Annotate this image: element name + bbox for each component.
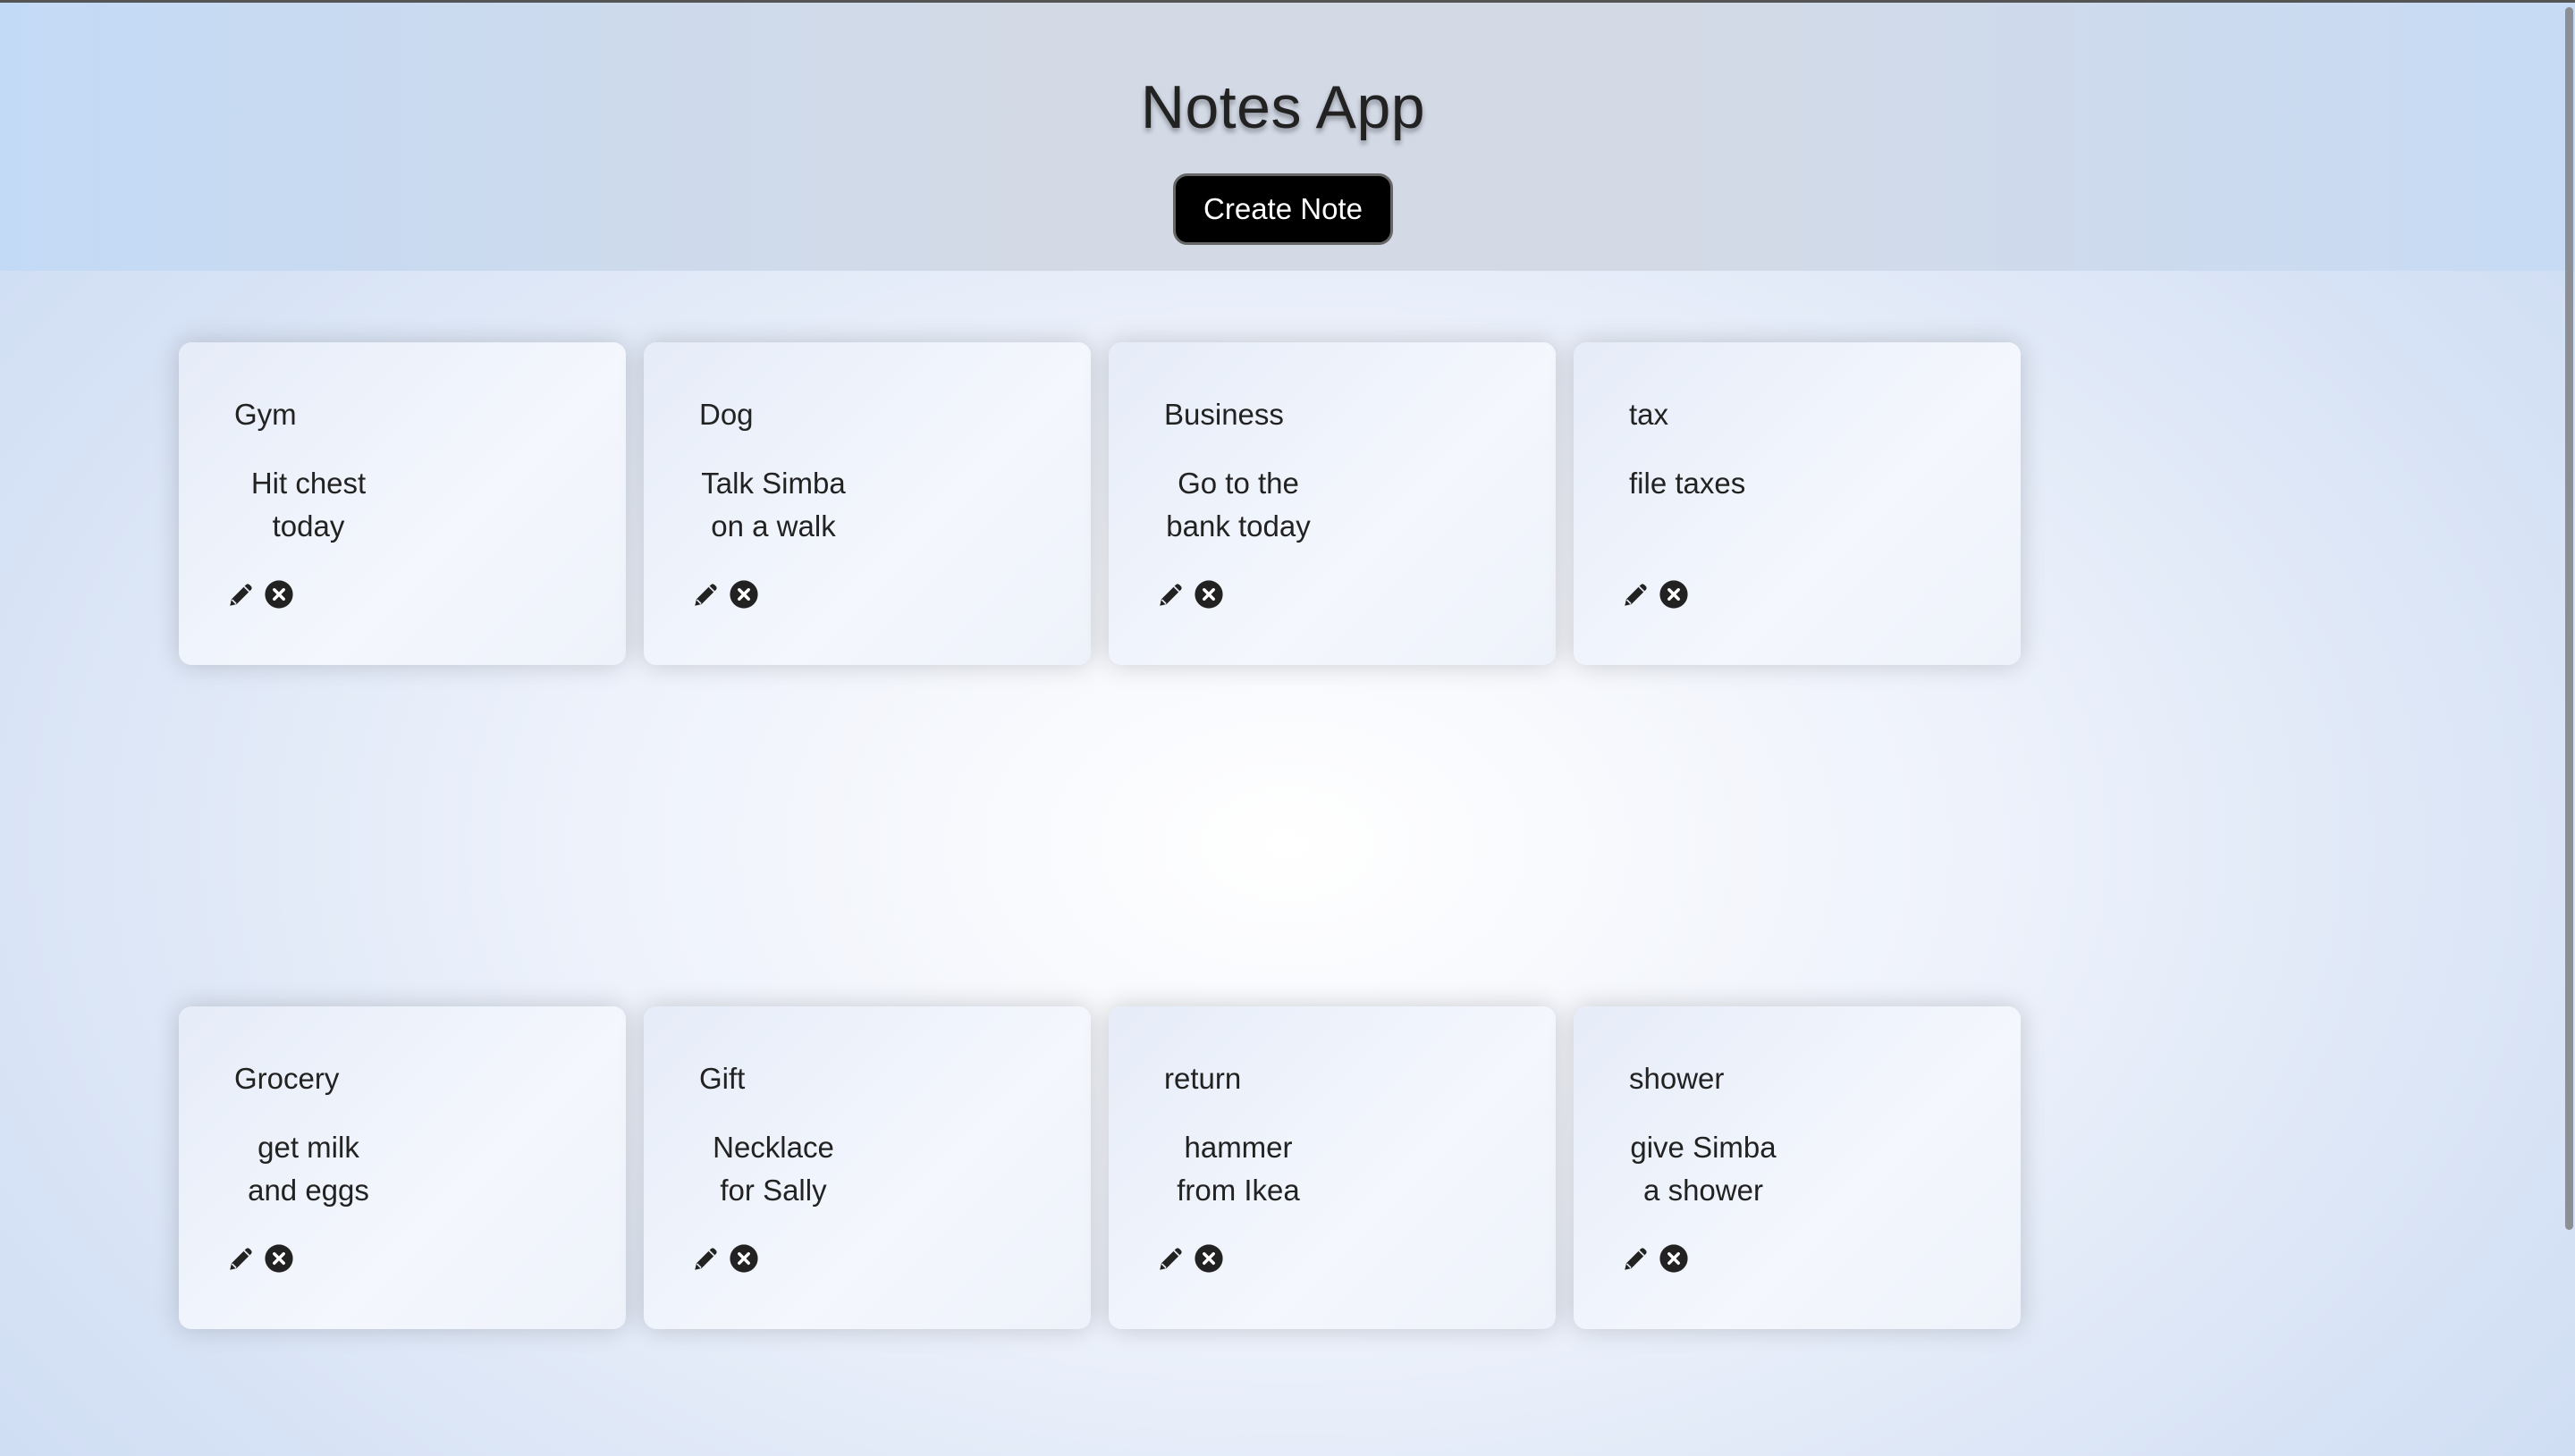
note-title: shower <box>1629 1062 1725 1095</box>
note-title: Dog <box>699 398 754 431</box>
note-body: file taxes <box>1629 462 1844 505</box>
note-body-line: Necklace <box>713 1131 834 1164</box>
note-title: Gym <box>234 398 297 431</box>
note-title: tax <box>1629 398 1669 431</box>
pencil-icon[interactable] <box>225 1242 258 1275</box>
note-body: hammer from Ikea <box>1144 1126 1332 1212</box>
note-actions <box>1620 578 1690 610</box>
note-actions <box>1620 1242 1690 1275</box>
note-body-line: Talk Simba <box>701 467 846 500</box>
note-title: Gift <box>699 1062 746 1095</box>
note-body-line: a shower <box>1643 1174 1763 1207</box>
note-actions <box>690 578 760 610</box>
note-title: return <box>1164 1062 1242 1095</box>
pencil-icon[interactable] <box>690 578 722 610</box>
close-circle-icon[interactable] <box>1193 1242 1225 1275</box>
note-body-line: file taxes <box>1629 467 1746 500</box>
close-circle-icon[interactable] <box>1658 578 1690 610</box>
note-body-line: Hit chest <box>250 467 367 500</box>
close-circle-icon[interactable] <box>1193 578 1225 610</box>
note-body-line: hammer <box>1184 1131 1293 1164</box>
note-body: Hit chest today <box>215 462 402 548</box>
app-header: Notes App Create Note <box>0 3 2575 271</box>
note-body-line: on a walk <box>711 509 836 543</box>
note-card: Gym Hit chest today <box>179 342 626 665</box>
close-circle-icon[interactable] <box>728 578 760 610</box>
pencil-icon[interactable] <box>1155 578 1187 610</box>
create-note-button[interactable]: Create Note <box>1173 173 1393 245</box>
note-body-line: bank today <box>1166 509 1311 543</box>
note-title: Grocery <box>234 1062 340 1095</box>
note-body-line: for Sally <box>720 1174 827 1207</box>
close-circle-icon[interactable] <box>728 1242 760 1275</box>
pencil-icon[interactable] <box>1620 1242 1652 1275</box>
note-actions <box>225 1242 295 1275</box>
note-card: Business Go to the bank today <box>1109 342 1556 665</box>
note-body: get milk and eggs <box>215 1126 402 1212</box>
note-body: give Simba a shower <box>1609 1126 1797 1212</box>
note-card: Grocery get milk and eggs <box>179 1006 626 1329</box>
scrollbar-thumb[interactable] <box>2565 7 2573 1230</box>
note-card: return hammer from Ikea <box>1109 1006 1556 1329</box>
note-title: Business <box>1164 398 1284 431</box>
pencil-icon[interactable] <box>690 1242 722 1275</box>
note-card: tax file taxes <box>1574 342 2021 665</box>
note-body-line: give Simba <box>1630 1131 1777 1164</box>
note-body: Talk Simba on a walk <box>680 462 867 548</box>
note-actions <box>1155 578 1225 610</box>
pencil-icon[interactable] <box>225 578 258 610</box>
close-circle-icon[interactable] <box>263 1242 295 1275</box>
note-body-line: get milk <box>258 1131 359 1164</box>
pencil-icon[interactable] <box>1155 1242 1187 1275</box>
note-body: Necklace for Sally <box>680 1126 867 1212</box>
note-body-line: Go to the <box>1178 467 1299 500</box>
note-card: shower give Simba a shower <box>1574 1006 2021 1329</box>
note-actions <box>1155 1242 1225 1275</box>
close-circle-icon[interactable] <box>1658 1242 1690 1275</box>
page-title: Notes App <box>1140 73 1426 141</box>
note-body: Go to the bank today <box>1144 462 1332 548</box>
pencil-icon[interactable] <box>1620 578 1652 610</box>
note-actions <box>225 578 295 610</box>
close-circle-icon[interactable] <box>263 578 295 610</box>
note-body-line: from Ikea <box>1177 1174 1300 1207</box>
note-card: Dog Talk Simba on a walk <box>644 342 1091 665</box>
note-actions <box>690 1242 760 1275</box>
note-card: Gift Necklace for Sally <box>644 1006 1091 1329</box>
note-body-line: today <box>272 509 345 543</box>
note-body-line: and eggs <box>248 1174 369 1207</box>
